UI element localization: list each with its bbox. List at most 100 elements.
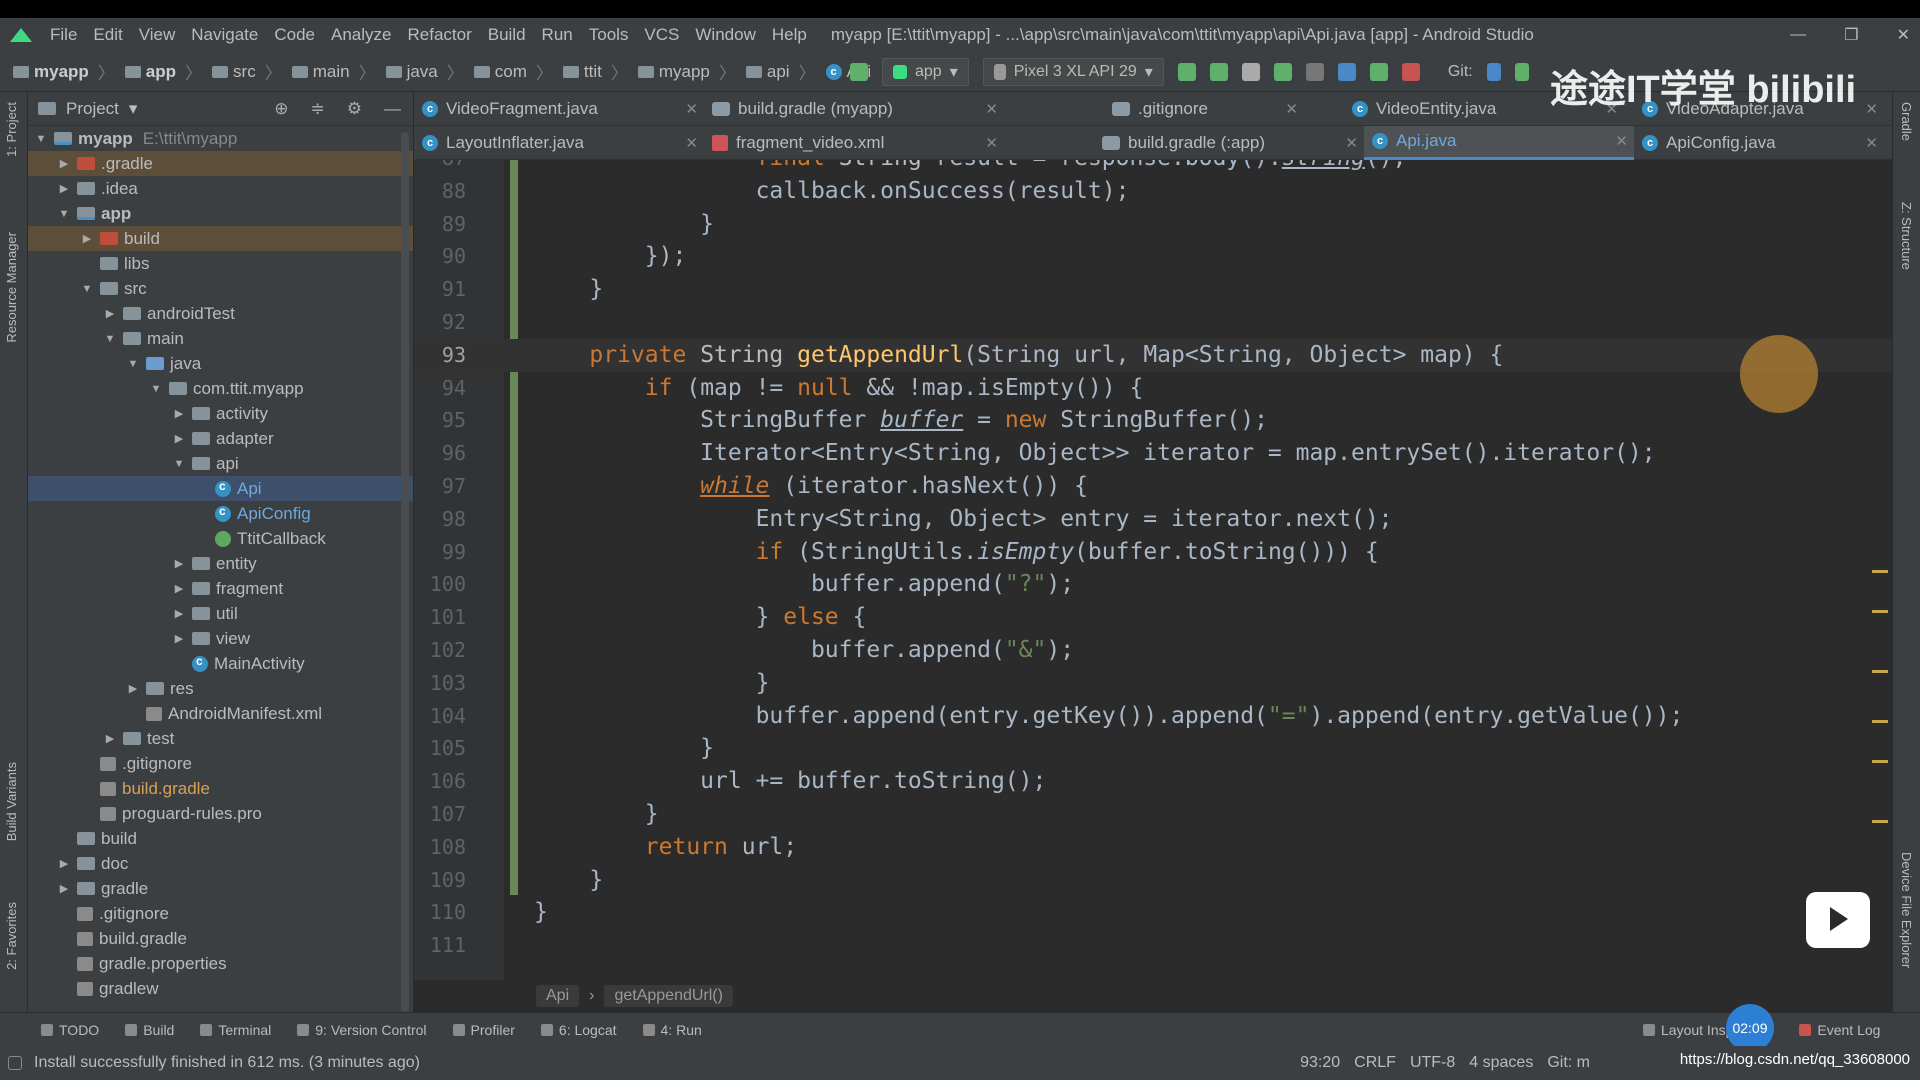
bottom-tool-tab[interactable]: 4: Run — [630, 1022, 715, 1038]
breadcrumb-class[interactable]: Api — [536, 985, 580, 1007]
expand-arrow-icon[interactable]: ▶ — [172, 632, 186, 645]
code-line[interactable]: 96 Iterator<Entry<String, Object>> itera… — [414, 437, 1892, 470]
code-line[interactable]: 90 }); — [414, 240, 1892, 273]
tree-item[interactable]: ▶ .idea — [28, 176, 413, 201]
tree-item[interactable]: ▶ util — [28, 601, 413, 626]
structure-tab[interactable]: Z: Structure — [1899, 202, 1914, 270]
tree-item[interactable]: ▼ src — [28, 276, 413, 301]
tree-item[interactable]: build.gradle — [28, 776, 413, 801]
tree-item[interactable]: ▼ java — [28, 351, 413, 376]
code-line[interactable]: 97 while (iterator.hasNext()) { — [414, 470, 1892, 503]
breadcrumb-item[interactable]: ttit 〉 — [558, 59, 633, 84]
tree-item[interactable]: ▶ androidTest — [28, 301, 413, 326]
apply-changes-icon[interactable] — [1209, 63, 1228, 81]
expand-arrow-icon[interactable]: ▶ — [172, 407, 186, 420]
expand-arrow-icon[interactable]: ▼ — [80, 283, 94, 295]
hammer-build-icon[interactable] — [850, 63, 868, 81]
bottom-tool-tab[interactable]: Build — [112, 1022, 187, 1038]
tree-item[interactable]: .gitignore — [28, 751, 413, 776]
bottom-tool-tab[interactable]: 9: Version Control — [284, 1022, 439, 1038]
tree-item[interactable]: libs — [28, 251, 413, 276]
menu-view[interactable]: View — [131, 25, 184, 45]
tree-item[interactable]: ▼ api — [28, 451, 413, 476]
file-encoding[interactable]: UTF-8 — [1410, 1054, 1455, 1072]
bottom-tool-tab[interactable]: Terminal — [187, 1022, 284, 1038]
code-line[interactable]: 88 callback.onSuccess(result); — [414, 175, 1892, 208]
debug-attach-icon[interactable] — [1369, 63, 1388, 81]
menu-window[interactable]: Window — [687, 25, 763, 45]
expand-arrow-icon[interactable]: ▼ — [126, 358, 140, 370]
warning-mark[interactable] — [1872, 720, 1888, 723]
code-line[interactable]: 104 buffer.append(entry.getKey()).append… — [414, 700, 1892, 733]
breadcrumb-method[interactable]: getAppendUrl() — [604, 985, 733, 1007]
code-line[interactable]: 101 } else { — [414, 601, 1892, 634]
warning-mark[interactable] — [1872, 610, 1888, 613]
code-line[interactable]: 106 url += buffer.toString(); — [414, 765, 1892, 798]
code-line[interactable]: 100 buffer.append("?"); — [414, 568, 1892, 601]
menu-build[interactable]: Build — [480, 25, 534, 45]
close-tab-icon[interactable]: ✕ — [1615, 132, 1628, 150]
expand-arrow-icon[interactable]: ▶ — [103, 732, 117, 745]
menu-run[interactable]: Run — [534, 25, 581, 45]
editor-tab[interactable]: c ApiConfig.java ✕ — [1634, 126, 1884, 160]
run-config-dropdown[interactable]: app ▾ — [882, 58, 969, 86]
tree-item[interactable]: ▶ test — [28, 726, 413, 751]
tree-item[interactable]: ▼ com.ttit.myapp — [28, 376, 413, 401]
menu-navigate[interactable]: Navigate — [183, 25, 266, 45]
git-commit-icon[interactable] — [1514, 63, 1529, 81]
close-window-button[interactable]: ✕ — [1897, 25, 1910, 45]
expand-arrow-icon[interactable]: ▶ — [57, 882, 71, 895]
warning-mark[interactable] — [1872, 760, 1888, 763]
project-view-dropdown[interactable]: Project — [66, 99, 119, 119]
expand-arrow-icon[interactable]: ▶ — [57, 157, 71, 170]
code-line[interactable]: 107 } — [414, 798, 1892, 831]
stop-icon[interactable] — [1401, 63, 1420, 81]
expand-arrow-icon[interactable]: ▶ — [172, 557, 186, 570]
expand-arrow-icon[interactable]: ▼ — [57, 208, 71, 220]
expand-arrow-icon[interactable]: ▼ — [172, 458, 186, 470]
expand-arrow-icon[interactable]: ▶ — [172, 582, 186, 595]
bottom-tool-tab[interactable]: TODO — [28, 1022, 112, 1038]
favorites-tab[interactable]: 2: Favorites — [4, 902, 19, 970]
breadcrumb-item[interactable]: com 〉 — [469, 59, 558, 84]
code-line[interactable]: 92 — [414, 306, 1892, 339]
maximize-button[interactable]: ❐ — [1844, 25, 1858, 45]
tree-item[interactable]: MainActivity — [28, 651, 413, 676]
close-tab-icon[interactable]: ✕ — [985, 100, 998, 118]
code-line[interactable]: 110} — [414, 896, 1892, 929]
close-tab-icon[interactable]: ✕ — [985, 134, 998, 152]
breadcrumb-item[interactable]: myapp 〉 — [8, 59, 120, 84]
warning-mark[interactable] — [1872, 670, 1888, 673]
close-tab-icon[interactable]: ✕ — [1865, 134, 1878, 152]
tree-item[interactable]: ▼ myapp E:\ttit\myapp — [28, 126, 413, 151]
tree-item[interactable]: ▼ main — [28, 326, 413, 351]
tree-item[interactable]: Api — [28, 476, 413, 501]
tree-item[interactable]: ▼ app — [28, 201, 413, 226]
tree-item[interactable]: ▶ build — [28, 226, 413, 251]
code-line[interactable]: 109 } — [414, 864, 1892, 897]
tree-item[interactable]: ▶ res — [28, 676, 413, 701]
editor-tab[interactable]: .gitignore ✕ — [1104, 92, 1304, 126]
tree-scrollbar[interactable] — [401, 132, 409, 1012]
resource-manager-tab[interactable]: Resource Manager — [4, 232, 19, 343]
collapse-all-icon[interactable]: ≑ — [311, 99, 325, 119]
git-update-icon[interactable] — [1486, 63, 1501, 81]
project-tool-tab[interactable]: 1: Project — [4, 102, 19, 157]
breadcrumb-item[interactable]: app 〉 — [120, 59, 207, 84]
code-line[interactable]: 111 — [414, 929, 1892, 962]
rerun-icon[interactable] — [1177, 63, 1196, 81]
expand-arrow-icon[interactable]: ▼ — [34, 133, 48, 145]
gear-icon[interactable]: ⚙ — [347, 99, 362, 119]
code-line[interactable]: 89 } — [414, 208, 1892, 241]
expand-arrow-icon[interactable]: ▶ — [103, 307, 117, 320]
menu-vcs[interactable]: VCS — [636, 25, 687, 45]
caret-position[interactable]: 93:20 — [1300, 1054, 1340, 1072]
editor-tab[interactable]: c LayoutInflater.java ✕ — [414, 126, 704, 160]
expand-arrow-icon[interactable]: ▶ — [80, 232, 94, 245]
minimize-button[interactable]: — — [1790, 26, 1806, 44]
menu-help[interactable]: Help — [764, 25, 815, 45]
menu-analyze[interactable]: Analyze — [323, 25, 399, 45]
tree-item[interactable]: ApiConfig — [28, 501, 413, 526]
breadcrumb-item[interactable]: main 〉 — [287, 59, 381, 84]
editor-tab[interactable]: build.gradle (:app) ✕ — [1094, 126, 1364, 160]
